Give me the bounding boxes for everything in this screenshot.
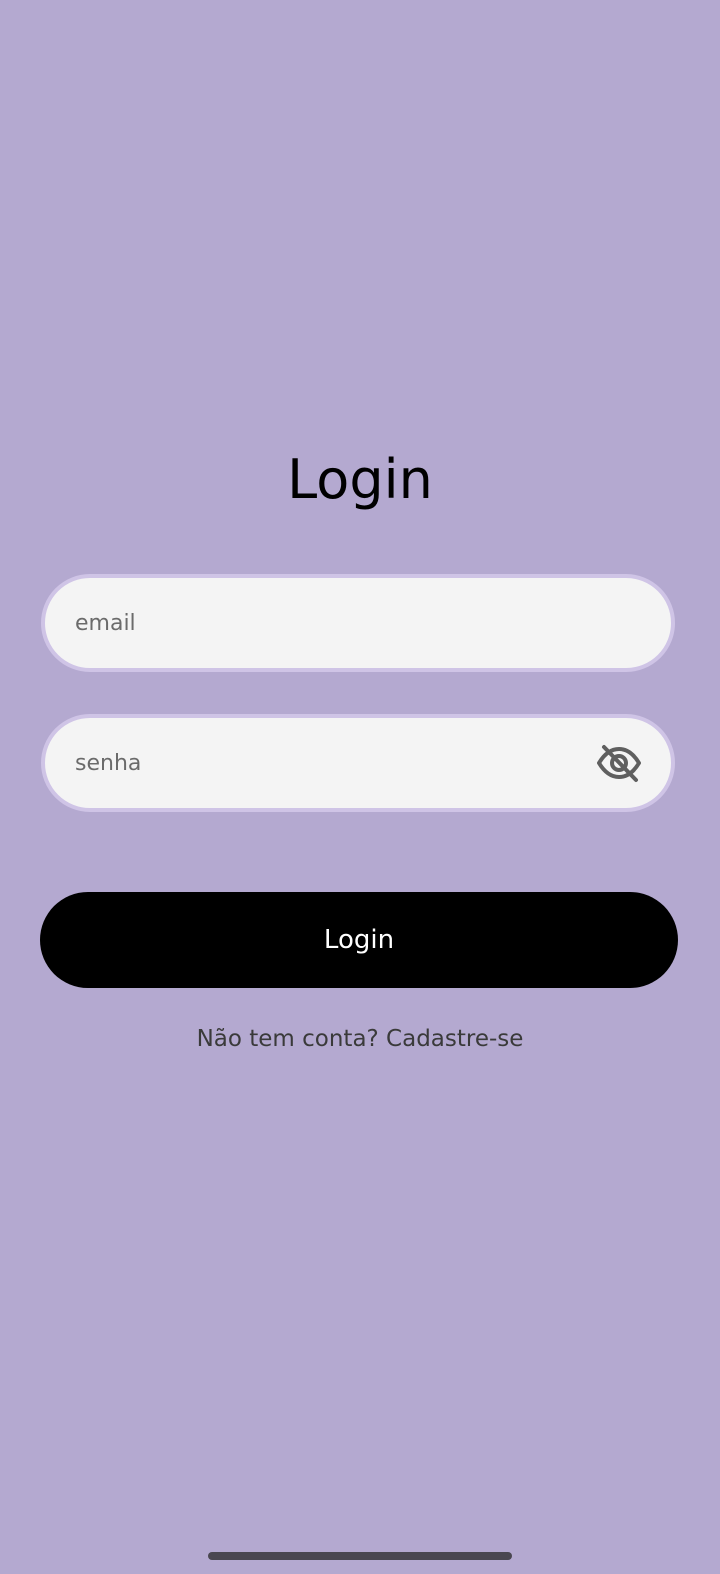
page-title: Login <box>287 448 433 511</box>
signup-link[interactable]: Não tem conta? Cadastre-se <box>0 1026 720 1052</box>
password-input[interactable] <box>45 717 671 809</box>
password-field[interactable] <box>41 714 675 812</box>
email-field[interactable] <box>41 574 675 672</box>
login-button[interactable]: Login <box>40 892 678 988</box>
home-indicator <box>208 1552 512 1560</box>
email-input[interactable] <box>45 577 671 669</box>
eye-off-icon[interactable] <box>595 739 643 787</box>
